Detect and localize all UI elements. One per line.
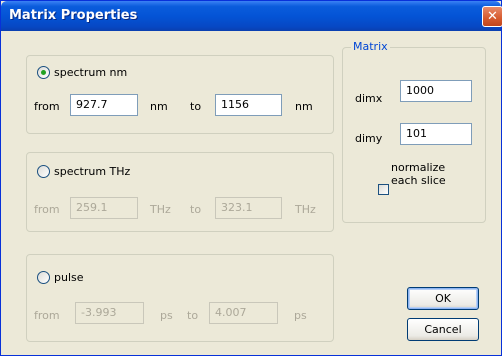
spectrum-thz-radio[interactable]: spectrum THz (37, 165, 130, 178)
matrix-group: Matrix dimx 1000 dimy 101 normalize each… (342, 40, 486, 223)
spectrum-nm-group: spectrum nm from 927.7 nm to 1156 nm (26, 55, 334, 134)
spectrum-nm-label: spectrum nm (54, 66, 128, 79)
pulse-to-input[interactable]: 4.007 (209, 302, 278, 324)
spectrum-thz-from-input[interactable]: 259.1 (70, 197, 138, 219)
spectrum-thz-to-input[interactable]: 323.1 (215, 197, 282, 219)
pulse-label: pulse (54, 271, 84, 284)
dimy-label: dimy (355, 132, 383, 145)
dimx-input[interactable]: 1000 (400, 80, 472, 102)
normalize-label-line2: each slice (391, 174, 446, 187)
cancel-button[interactable]: Cancel (407, 318, 479, 341)
spectrum-nm-unit-to: nm (295, 100, 313, 113)
spectrum-thz-to-label: to (190, 203, 202, 216)
pulse-unit-from: ps (160, 309, 173, 322)
spectrum-nm-from-input[interactable]: 927.7 (70, 94, 138, 116)
radio-checked-icon (37, 66, 50, 79)
window-title: Matrix Properties (9, 8, 138, 23)
spectrum-nm-unit-from: nm (150, 100, 168, 113)
dimx-label: dimx (355, 92, 383, 105)
pulse-from-label: from (34, 309, 60, 322)
spectrum-nm-to-input[interactable]: 1156 (215, 94, 282, 116)
radio-unchecked-icon (37, 271, 50, 284)
pulse-radio[interactable]: pulse (37, 271, 84, 284)
spectrum-thz-group: spectrum THz from 259.1 THz to 323.1 THz (26, 152, 334, 232)
dimy-input[interactable]: 101 (400, 123, 472, 145)
normalize-label-line1: normalize (391, 161, 446, 174)
spectrum-thz-unit-to: THz (295, 203, 316, 216)
spectrum-nm-radio[interactable]: spectrum nm (37, 66, 127, 79)
title-bar[interactable]: Matrix Properties ✕ (1, 1, 502, 31)
close-button[interactable]: ✕ (482, 6, 502, 27)
spectrum-thz-unit-from: THz (150, 203, 171, 216)
spectrum-thz-label: spectrum THz (54, 165, 131, 178)
matrix-properties-dialog: Matrix Properties ✕ spectrum nm from 927… (0, 0, 502, 356)
radio-unchecked-icon (37, 165, 50, 178)
pulse-to-label: to (187, 309, 199, 322)
pulse-from-input[interactable]: -3.993 (75, 302, 144, 324)
spectrum-nm-to-label: to (190, 100, 202, 113)
close-icon: ✕ (487, 9, 498, 24)
pulse-unit-to: ps (294, 309, 307, 322)
matrix-group-legend: Matrix (351, 40, 390, 53)
ok-button[interactable]: OK (407, 287, 479, 310)
pulse-group: pulse from -3.993 ps to 4.007 ps (26, 254, 334, 342)
normalize-checkbox[interactable] (378, 184, 389, 195)
spectrum-thz-from-label: from (34, 203, 60, 216)
spectrum-nm-from-label: from (34, 100, 60, 113)
